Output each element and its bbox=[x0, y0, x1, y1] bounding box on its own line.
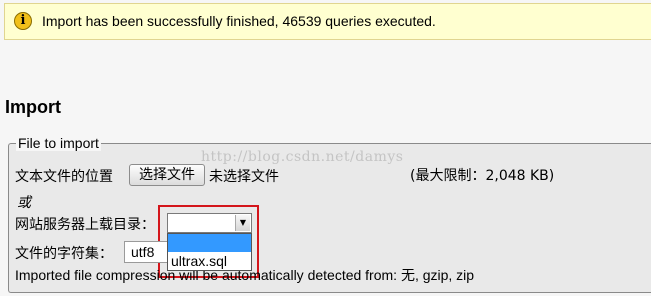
no-file-chosen-text: 未选择文件 bbox=[209, 169, 279, 185]
fieldset-legend: File to import bbox=[16, 135, 101, 151]
dropdown-option-ultrax-sql[interactable]: ultrax.sql bbox=[171, 253, 227, 269]
page-title: Import bbox=[5, 97, 61, 117]
local-file-label: 文本文件的位置 bbox=[15, 169, 113, 185]
charset-select[interactable]: utf8 bbox=[124, 241, 169, 263]
chevron-down-icon[interactable]: ▼ bbox=[235, 215, 250, 231]
success-notice: i Import has been successfully finished,… bbox=[4, 3, 651, 40]
server-upload-dir-label: 网站服务器上载目录： bbox=[15, 217, 155, 233]
notice-text: Import has been successfully finished, 4… bbox=[42, 13, 436, 29]
watermark-text: http://blog.csdn.net/damys bbox=[201, 149, 404, 165]
or-text: 或 bbox=[17, 195, 31, 211]
info-icon: i bbox=[14, 12, 32, 30]
choose-file-button[interactable]: 选择文件 bbox=[129, 164, 205, 186]
charset-label: 文件的字符集： bbox=[15, 246, 113, 262]
server-dir-select[interactable]: ▼ bbox=[167, 213, 252, 233]
dropdown-option-empty[interactable] bbox=[168, 234, 251, 252]
server-dir-dropdown-list: ultrax.sql bbox=[167, 233, 252, 271]
max-limit-text: (最大限制：2,048 KB) bbox=[410, 168, 555, 184]
